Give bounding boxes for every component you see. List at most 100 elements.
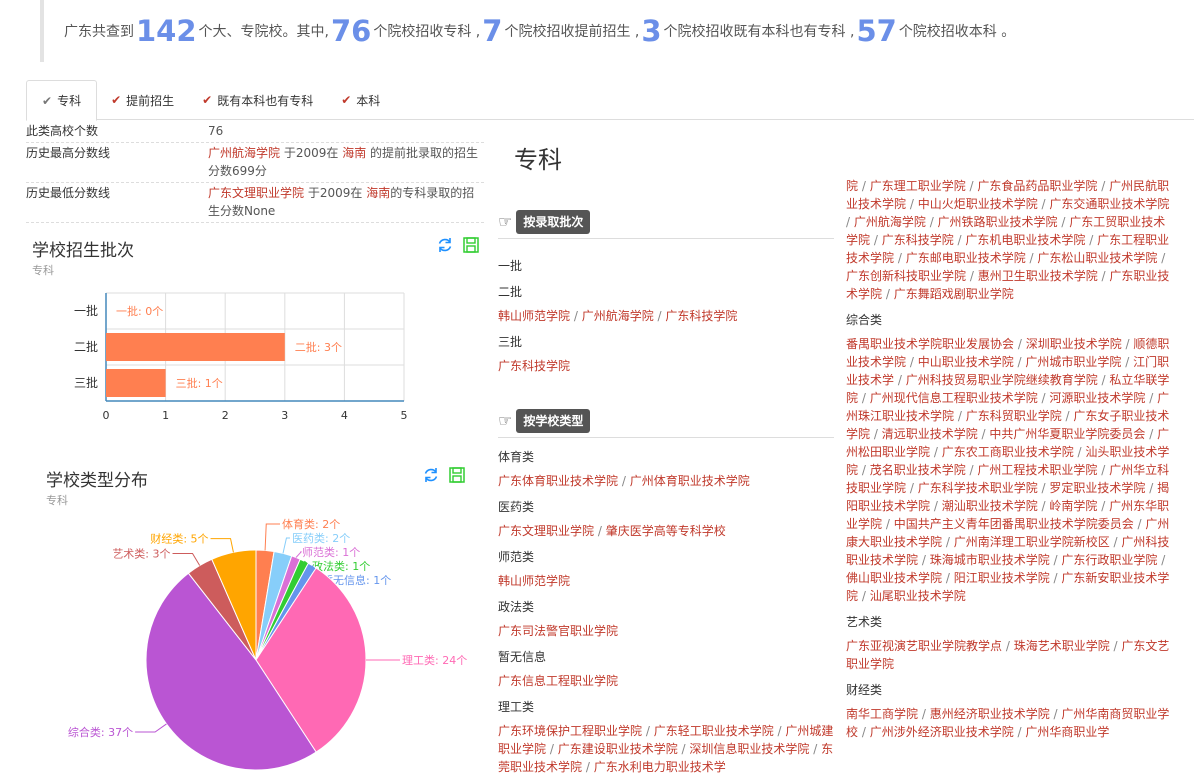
school-link[interactable]: 广东行政职业学院 (1061, 553, 1157, 567)
school-link[interactable]: 惠州卫生职业技术学院 (978, 269, 1098, 283)
school-link[interactable]: 南华工商学院 (846, 707, 918, 721)
school-link[interactable]: 广东交通职业技术学院 (1049, 197, 1169, 211)
bar-data-label: 一批: 0个 (116, 304, 163, 318)
summary-text: 个院校招收本科 。 (898, 24, 1016, 40)
pie-data-label: 理工类: 24个 (402, 653, 467, 667)
school-link[interactable]: 广州体育职业技术学院 (630, 474, 750, 488)
school-link[interactable]: 韩山师范学院 (498, 574, 570, 588)
school-link[interactable]: 广东科技学院 (882, 233, 954, 247)
bar-data-label: 三批: 1个 (176, 376, 223, 390)
label-line (210, 538, 234, 553)
school-link[interactable]: 广州城市职业学院 (1025, 355, 1121, 369)
school-link[interactable]: 广东司法警官职业学院 (498, 624, 618, 638)
school-link[interactable]: 广东亚视演艺职业学院教学点 (846, 639, 1002, 653)
school-list: 广东科技学院 (498, 357, 834, 375)
school-link[interactable]: 汕尾职业技术学院 (870, 589, 966, 603)
school-link[interactable]: 罗定职业技术学院 (1049, 481, 1145, 495)
check-icon: ✔ (341, 93, 352, 107)
school-link[interactable]: 广东科学技术职业学院 (918, 481, 1038, 495)
school-link[interactable]: 广州涉外经济职业技术学院 (870, 725, 1014, 739)
separator: / (677, 742, 690, 756)
school-link[interactable]: 广东水利电力职业技术学 (594, 760, 726, 774)
school-link[interactable]: 广州科技贸易职业学院继续教育学院 (906, 373, 1098, 387)
school-link[interactable]: 广东松山职业技术学院 (1037, 251, 1157, 265)
middle-column: ☞ 按录取批次 一批 二批 韩山师范学院 / 广州航海学院 / 广东科技学院 三… (498, 210, 834, 776)
school-link[interactable]: 广东科技学院 (665, 309, 737, 323)
school-link[interactable]: 广州航海学院 (854, 215, 926, 229)
tab-label: 本科 (356, 93, 381, 108)
separator: / (594, 524, 606, 538)
school-link[interactable]: 广东环境保护工程职业学院 (498, 724, 642, 738)
school-link[interactable]: 中山职业技术学院 (918, 355, 1014, 369)
separator: / (773, 724, 786, 738)
separator: / (858, 589, 870, 603)
school-link[interactable]: 肇庆医学高等专科学校 (606, 524, 726, 538)
type-pie-chart: 体育类: 2个医药类: 2个师范类: 1个政法类: 1个暂无信息: 1个理工类:… (68, 517, 467, 771)
y-tick-label: 一批 (74, 303, 98, 318)
school-link[interactable]: 广东理工职业学院 (870, 179, 966, 193)
separator: / (858, 725, 870, 739)
school-link[interactable]: 河源职业技术学院 (1049, 391, 1145, 405)
province-link[interactable]: 海南 (342, 146, 366, 160)
school-link[interactable]: 广州航海学院 (208, 146, 280, 160)
tab-both[interactable]: ✔ 既有本科也有专科 (188, 80, 327, 120)
summary-text: 广东共查到 (64, 24, 134, 40)
school-link[interactable]: 广东科技学院 (498, 359, 570, 373)
school-link[interactable]: 韩山师范学院 (498, 309, 570, 323)
separator: / (930, 499, 942, 513)
stat-value: 广州航海学院 于2009在 海南 的提前批录取的招生分数699分 (208, 144, 484, 180)
school-link[interactable]: 潮汕职业技术学院 (942, 499, 1038, 513)
school-link[interactable]: 清远职业技术学院 (882, 427, 978, 441)
school-link[interactable]: 广东创新科技职业学院 (846, 269, 966, 283)
school-link[interactable]: 茂名职业技术学院 (870, 463, 966, 477)
school-link[interactable]: 珠海城市职业技术学院 (930, 553, 1050, 567)
refresh-icon[interactable] (436, 236, 454, 254)
school-link[interactable]: 广东轻工职业技术学院 (654, 724, 774, 738)
school-link[interactable]: 广东建设职业技术学院 (558, 742, 678, 756)
school-link[interactable]: 中国共产主义青年团番禺职业技术学院委员会 (894, 517, 1134, 531)
section-title: 专科 (514, 146, 562, 174)
school-link[interactable]: 广东文理职业学院 (498, 524, 594, 538)
tab-tiqian[interactable]: ✔ 提前招生 (97, 80, 188, 120)
save-icon[interactable] (448, 466, 466, 484)
school-link[interactable]: 阳江职业技术学院 (954, 571, 1050, 585)
school-link[interactable]: 广东舞蹈戏剧职业学院 (894, 287, 1014, 301)
school-link[interactable]: 院 (846, 179, 858, 193)
school-link[interactable]: 中共广州华夏职业学院委员会 (989, 427, 1145, 441)
school-link[interactable]: 惠州经济职业技术学院 (930, 707, 1050, 721)
category-name: 财经类 (846, 683, 883, 697)
stat-label: 此类高校个数 (26, 124, 99, 138)
tab-benke[interactable]: ✔ 本科 (327, 80, 394, 120)
school-link[interactable]: 佛山职业技术学院 (846, 571, 942, 585)
school-link[interactable]: 广州现代信息工程职业技术学院 (870, 391, 1038, 405)
school-link[interactable]: 广东食品药品职业学院 (977, 179, 1097, 193)
school-link[interactable]: 广州铁路职业技术学院 (938, 215, 1058, 229)
save-icon[interactable] (462, 236, 480, 254)
school-link[interactable]: 广州工程技术职业学院 (977, 463, 1097, 477)
school-link[interactable]: 广州南洋理工职业学院新校区 (954, 535, 1110, 549)
separator: / (809, 742, 822, 756)
school-link[interactable]: 广东信息工程职业学院 (498, 674, 618, 688)
school-link[interactable]: 广东农工商职业技术学院 (942, 445, 1074, 459)
school-link[interactable]: 珠海艺术职业学院 (1014, 639, 1110, 653)
school-link[interactable]: 广东文理职业学院 (208, 186, 304, 200)
check-icon: ✔ (202, 93, 213, 107)
school-link[interactable]: 岭南学院 (1049, 499, 1097, 513)
school-link[interactable]: 广东科贸职业学院 (966, 409, 1062, 423)
school-link[interactable]: 中山火炬职业技术学院 (918, 197, 1038, 211)
school-link[interactable]: 番禺职业技术学院职业发展协会 (846, 337, 1014, 351)
school-link[interactable]: 广东机电职业技术学院 (965, 233, 1085, 247)
school-link[interactable]: 深圳信息职业技术学院 (689, 742, 809, 756)
stat-row-count: 此类高校个数 76 (26, 121, 484, 143)
school-link[interactable]: 广州航海学院 (582, 309, 654, 323)
school-link[interactable]: 深圳职业技术学院 (1026, 337, 1122, 351)
separator: / (1145, 481, 1158, 495)
province-link[interactable]: 海南 (366, 186, 390, 200)
tab-zhuanke[interactable]: ✔ 专科 (26, 80, 98, 121)
school-link[interactable]: 广州华商职业学 (1025, 725, 1109, 739)
school-link[interactable]: 广东体育职业技术学院 (498, 474, 618, 488)
separator: / (570, 309, 582, 323)
refresh-icon[interactable] (422, 466, 440, 484)
school-link[interactable]: 广东邮电职业技术学院 (906, 251, 1026, 265)
separator: / (1037, 481, 1050, 495)
